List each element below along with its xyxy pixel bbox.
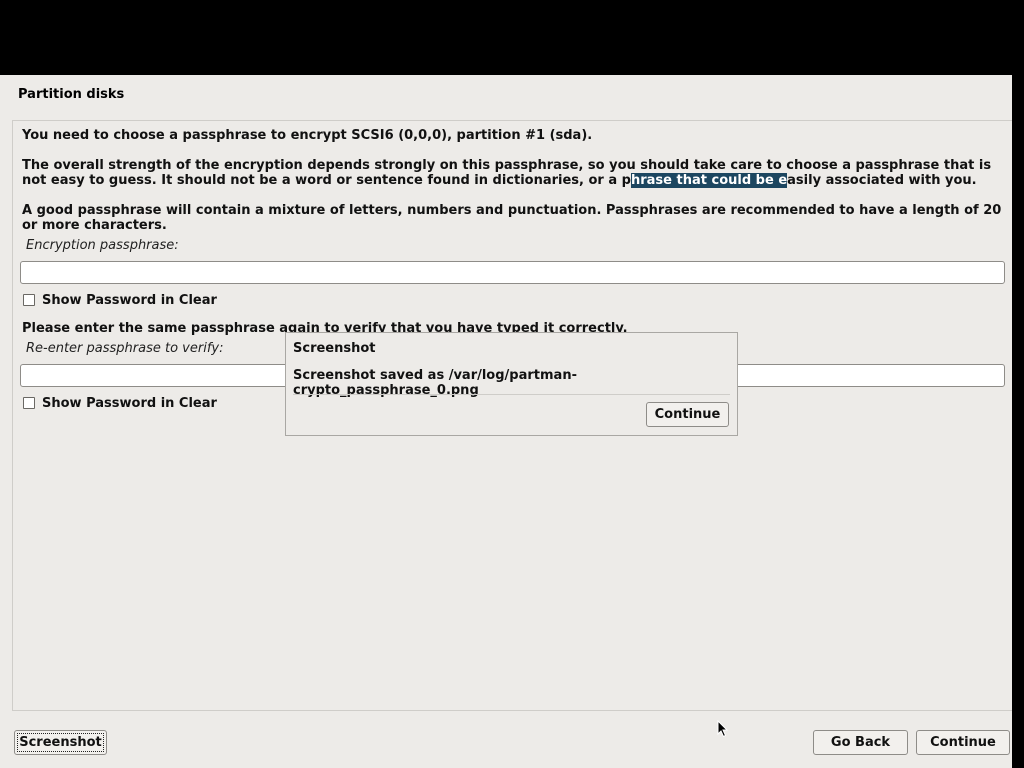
selected-text: hrase that could be e: [630, 173, 788, 188]
intro-text: You need to choose a passphrase to encry…: [22, 128, 593, 143]
go-back-button[interactable]: Go Back: [813, 730, 908, 755]
screenshot-dialog: Screenshot Screenshot saved as /var/log/…: [285, 332, 738, 436]
dialog-separator: [293, 394, 730, 395]
window-title: Partition disks: [18, 87, 125, 102]
dialog-continue-button[interactable]: Continue: [646, 402, 729, 427]
verify-label: Re-enter passphrase to verify:: [26, 341, 224, 356]
show-password-checkbox-row-2[interactable]: Show Password in Clear: [23, 395, 217, 411]
strength-text-part2: asily associated with you.: [787, 173, 977, 188]
show-password-checkbox-2[interactable]: [23, 397, 35, 409]
bottom-separator: [12, 710, 1012, 711]
mouse-pointer-icon: [717, 720, 729, 738]
continue-button[interactable]: Continue: [916, 730, 1010, 755]
dialog-title: Screenshot: [293, 341, 376, 356]
strength-text: The overall strength of the encryption d…: [22, 158, 1007, 188]
show-password-checkbox[interactable]: [23, 294, 35, 306]
passphrase-input[interactable]: [20, 261, 1005, 284]
show-password-label: Show Password in Clear: [42, 292, 217, 308]
show-password-label-2: Show Password in Clear: [42, 395, 217, 411]
screenshot-button[interactable]: Screenshot: [14, 730, 107, 755]
show-password-checkbox-row[interactable]: Show Password in Clear: [23, 292, 217, 308]
advice-text: A good passphrase will contain a mixture…: [22, 203, 1002, 233]
passphrase-label: Encryption passphrase:: [26, 238, 179, 253]
